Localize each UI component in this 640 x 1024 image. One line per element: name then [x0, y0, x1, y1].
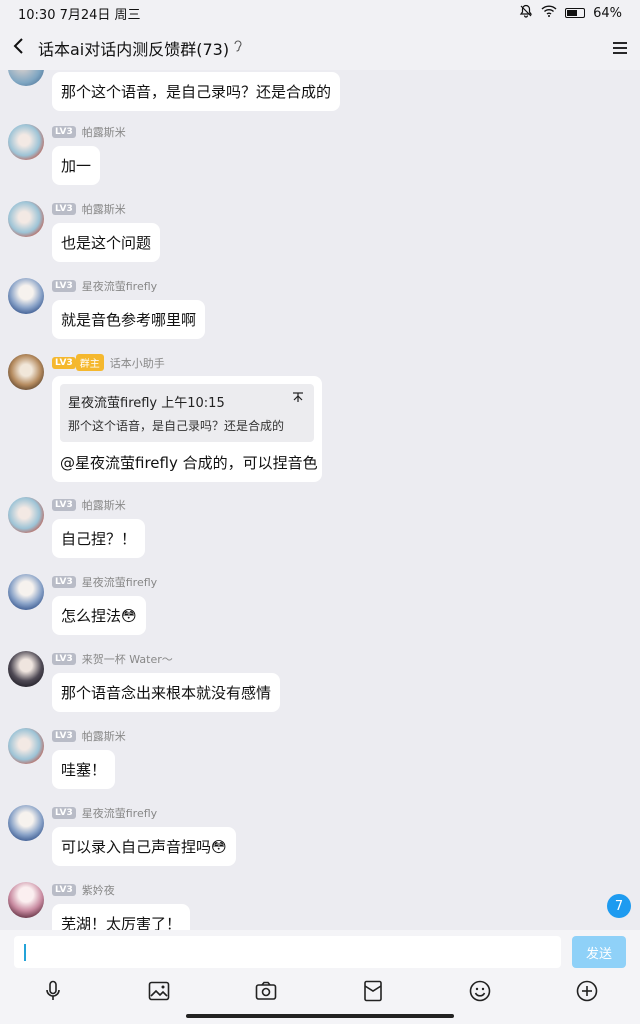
level-badge: LV3 — [52, 807, 76, 819]
level-badge: LV3 — [52, 203, 76, 215]
message-meta: LV3 紫妗夜 — [52, 882, 115, 898]
avatar[interactable] — [8, 728, 44, 764]
mute-bell-icon — [519, 4, 533, 22]
message-bubble[interactable]: 自己捏？！ — [52, 519, 146, 558]
battery-icon — [565, 8, 586, 18]
message-text: @星夜流萤firefly 合成的，可以捏音色 — [60, 454, 318, 472]
text-caret — [24, 944, 26, 961]
message-bubble[interactable]: 怎么捏法😳 — [52, 596, 146, 635]
message-bubble[interactable]: 加一 — [52, 146, 101, 185]
plus-icon[interactable] — [574, 978, 600, 1004]
message-bubble[interactable]: 可以录入自己声音捏吗😳 — [52, 827, 236, 866]
quoted-author-time: 星夜流萤firefly 上午10:15 — [68, 396, 225, 411]
message-meta: LV3 来贺一杯 Water～ — [52, 651, 173, 667]
wifi-icon — [541, 5, 557, 21]
image-icon[interactable] — [146, 978, 172, 1004]
message-bubble[interactable]: 也是这个问题 — [52, 223, 161, 262]
sender-name[interactable]: 话本小助手 — [110, 355, 165, 371]
quoted-message[interactable]: 星夜流萤firefly 上午10:15 那个这个语音，是自己录吗？还是合成的 — [60, 384, 314, 442]
quoted-text: 那个这个语音，是自己录吗？还是合成的 — [68, 419, 285, 433]
quote-marker-icon — [292, 391, 304, 407]
battery-fill — [567, 10, 577, 16]
sender-name[interactable]: 帕露斯米 — [82, 497, 126, 513]
input-toolbar — [0, 978, 640, 1006]
message-meta: LV3 星夜流萤firefly — [52, 278, 157, 294]
avatar[interactable] — [8, 497, 44, 533]
sender-name[interactable]: 紫妗夜 — [82, 882, 115, 898]
level-badge: LV3 — [52, 730, 76, 742]
message-meta: LV3 群主 话本小助手 — [52, 354, 165, 371]
avatar[interactable] — [8, 574, 44, 610]
message-meta: LV3 星夜流萤firefly — [52, 574, 157, 590]
microphone-icon[interactable] — [40, 978, 66, 1004]
level-badge: LV3 — [52, 884, 76, 896]
red-packet-icon[interactable] — [360, 978, 386, 1004]
avatar[interactable] — [8, 805, 44, 841]
message-input[interactable] — [14, 936, 561, 968]
level-badge: LV3 — [52, 356, 76, 369]
message-meta: LV3 帕露斯米 — [52, 728, 126, 744]
sender-name[interactable]: 星夜流萤firefly — [82, 278, 157, 294]
message-meta: LV3 星夜流萤firefly — [52, 805, 157, 821]
composer: 发送 — [0, 930, 640, 1024]
message-bubble[interactable]: 那个这个语音，是自己录吗？还是合成的 — [52, 72, 341, 111]
back-icon[interactable] — [12, 36, 36, 61]
message-bubble[interactable]: 哇塞！ — [52, 750, 116, 789]
message-bubble[interactable]: 芜湖！太厉害了！ — [52, 904, 191, 930]
level-badge: LV3 — [52, 653, 76, 665]
ear-icon[interactable] — [233, 39, 243, 57]
sender-name[interactable]: 帕露斯米 — [82, 728, 126, 744]
avatar[interactable] — [8, 882, 44, 918]
level-badge: LV3 — [52, 499, 76, 511]
message-bubble[interactable]: 就是音色参考哪里啊 — [52, 300, 206, 339]
chat-header: 话本ai对话内测反馈群(73) — [0, 26, 640, 70]
avatar[interactable] — [8, 278, 44, 314]
level-badge: LV3 — [52, 280, 76, 292]
battery-percent: 64% — [593, 5, 622, 21]
send-button[interactable]: 发送 — [572, 936, 626, 968]
message-list[interactable]: 那个这个语音，是自己录吗？还是合成的 LV3 帕露斯米 加一 LV3 帕露斯米 … — [0, 70, 640, 930]
home-indicator[interactable] — [186, 1014, 454, 1018]
status-time: 10:30 7月24日 周三 — [18, 7, 141, 23]
message-meta: LV3 帕露斯米 — [52, 497, 126, 513]
message-bubble[interactable]: 星夜流萤firefly 上午10:15 那个这个语音，是自己录吗？还是合成的 @… — [52, 376, 322, 482]
sender-name[interactable]: 帕露斯米 — [82, 201, 126, 217]
message-meta: LV3 帕露斯米 — [52, 124, 126, 140]
sender-name[interactable]: 星夜流萤firefly — [82, 574, 157, 590]
emoji-icon[interactable] — [467, 978, 493, 1004]
level-badge: LV3 — [52, 576, 76, 588]
avatar[interactable] — [8, 124, 44, 160]
group-title[interactable]: 话本ai对话内测反馈群(73) — [38, 36, 229, 60]
menu-icon[interactable] — [612, 36, 628, 60]
sender-name[interactable]: 帕露斯米 — [82, 124, 126, 140]
unread-count-badge[interactable]: 7 — [607, 894, 631, 918]
message-meta: LV3 帕露斯米 — [52, 201, 126, 217]
status-bar: 10:30 7月24日 周三 64% — [0, 0, 640, 26]
sender-name[interactable]: 星夜流萤firefly — [82, 805, 157, 821]
owner-badge: 群主 — [75, 354, 104, 371]
avatar[interactable] — [8, 651, 44, 687]
avatar[interactable] — [8, 70, 44, 86]
level-badge: LV3 — [52, 126, 76, 138]
avatar[interactable] — [8, 201, 44, 237]
message-bubble[interactable]: 那个语音念出来根本就没有感情 — [52, 673, 281, 712]
avatar[interactable] — [8, 354, 44, 390]
sender-name[interactable]: 来贺一杯 Water～ — [82, 651, 173, 667]
camera-icon[interactable] — [253, 978, 279, 1004]
